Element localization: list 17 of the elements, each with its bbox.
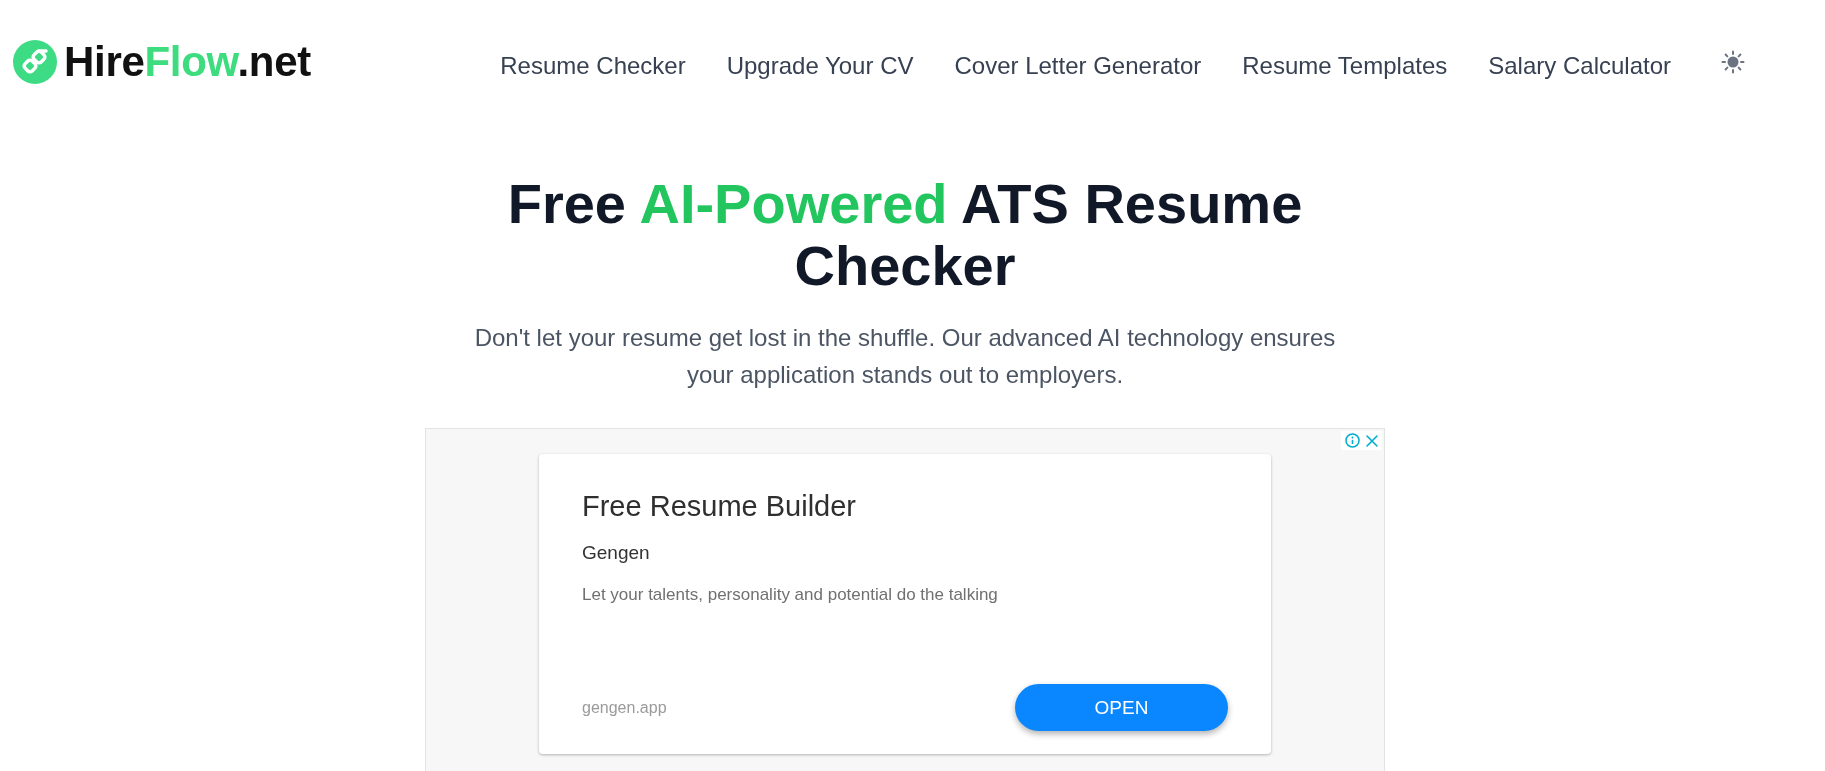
ad-advertiser: Gengen — [582, 541, 651, 565]
page-subtitle: Don't let your resume get lost in the shuffle. Our advanced AI technology ensures your application stands out to employers. — [473, 323, 1337, 390]
ad-description: Let your talents, personality and potential do the talking — [582, 584, 999, 606]
nav-link[interactable]: Salary Calculator — [1488, 51, 1671, 80]
logo-icon[interactable] — [13, 40, 57, 84]
close-icon[interactable] — [1365, 433, 1379, 448]
nav-link[interactable]: Resume Templates — [1242, 51, 1448, 80]
info-icon[interactable] — [1345, 433, 1360, 448]
page-title: Free AI-Powered ATS Resume Checker — [506, 173, 1304, 297]
ad-url: gengen.app — [582, 698, 667, 717]
nav-link[interactable]: Cover Letter Generator — [954, 51, 1202, 80]
ad-title: Free Resume Builder — [582, 489, 857, 523]
nav-link[interactable]: Upgrade Your CV — [726, 51, 914, 80]
nav-link[interactable]: Resume Checker — [500, 51, 686, 80]
logo-text[interactable]: HireFlow.net — [64, 38, 311, 86]
sun-icon[interactable] — [1721, 50, 1745, 74]
open-button[interactable]: OPEN — [1015, 684, 1228, 731]
